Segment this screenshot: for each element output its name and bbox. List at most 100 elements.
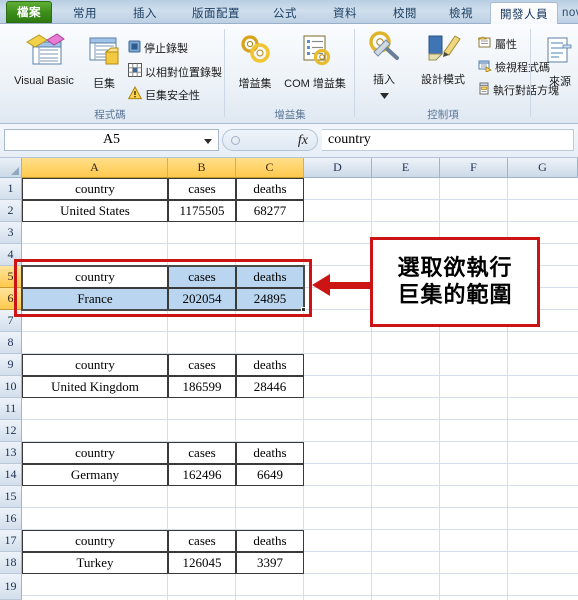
row-header-19[interactable]: 19 xyxy=(0,574,22,600)
row-header-9[interactable]: 9 xyxy=(0,354,22,376)
row-header-12[interactable]: 12 xyxy=(0,420,22,442)
cell-a10[interactable]: United Kingdom xyxy=(22,376,168,398)
macro-security-button[interactable]: 巨集安全性 xyxy=(127,85,200,103)
row-header-13[interactable]: 13 xyxy=(0,442,22,464)
gridline-h-11 xyxy=(22,419,578,420)
tab-insert[interactable]: 插入 xyxy=(122,2,168,24)
cell-a2[interactable]: United States xyxy=(22,200,168,222)
insert-control-button[interactable]: 插入 xyxy=(362,30,406,104)
cell-a17[interactable]: country xyxy=(22,530,168,552)
cell-a1[interactable]: country xyxy=(22,178,168,200)
cell-b5[interactable]: cases xyxy=(168,266,236,288)
properties-button[interactable]: 屬性 xyxy=(477,36,517,52)
col-header-b[interactable]: B xyxy=(168,158,236,178)
xml-source-icon xyxy=(545,36,575,71)
cell-a5[interactable]: country xyxy=(22,266,168,288)
tab-formulas[interactable]: 公式 xyxy=(262,2,308,24)
chevron-down-icon[interactable] xyxy=(379,86,389,104)
tab-view[interactable]: 檢視 xyxy=(438,2,484,24)
cell-a13[interactable]: country xyxy=(22,442,168,464)
cell-a6[interactable]: France xyxy=(22,288,168,310)
tab-developer[interactable]: 開發人員 xyxy=(490,2,558,24)
cell-c1[interactable]: deaths xyxy=(236,178,304,200)
select-all-corner[interactable] xyxy=(0,158,22,178)
cell-b9[interactable]: cases xyxy=(168,354,236,376)
insert-function-icon[interactable]: fx xyxy=(298,133,308,149)
col-header-a[interactable]: A xyxy=(22,158,168,178)
formula-bar: A5 fx country xyxy=(0,124,578,158)
row-header-2[interactable]: 2 xyxy=(0,200,22,222)
formula-input[interactable]: country xyxy=(322,129,574,151)
row-header-16[interactable]: 16 xyxy=(0,508,22,530)
cell-b1[interactable]: cases xyxy=(168,178,236,200)
col-header-d[interactable]: D xyxy=(304,158,372,178)
com-addins-button[interactable]: COM 增益集 xyxy=(280,32,350,91)
cell-b17[interactable]: cases xyxy=(168,530,236,552)
design-mode-button[interactable]: 設計模式 xyxy=(410,30,476,87)
row-header-7[interactable]: 7 xyxy=(0,310,22,332)
cell-b10[interactable]: 186599 xyxy=(168,376,236,398)
name-box[interactable]: A5 xyxy=(4,129,219,151)
macro-label: 巨集 xyxy=(93,78,115,90)
tab-page-layout[interactable]: 版面配置 xyxy=(182,2,250,24)
row-header-1[interactable]: 1 xyxy=(0,178,22,200)
row-header-17[interactable]: 17 xyxy=(0,530,22,552)
col-header-c[interactable]: C xyxy=(236,158,304,178)
row-header-15[interactable]: 15 xyxy=(0,486,22,508)
callout-line-1: 選取欲執行 xyxy=(397,255,513,281)
macro-button[interactable]: 巨集 xyxy=(84,32,124,91)
cell-c5[interactable]: deaths xyxy=(236,266,304,288)
cell-c2[interactable]: 68277 xyxy=(236,200,304,222)
tab-novapdf[interactable]: novaPDF xyxy=(562,2,578,24)
design-mode-icon xyxy=(424,30,462,69)
cell-c14[interactable]: 6649 xyxy=(236,464,304,486)
tab-review[interactable]: 校閱 xyxy=(382,2,428,24)
fill-handle[interactable] xyxy=(301,307,306,312)
col-header-f[interactable]: F xyxy=(440,158,508,178)
row-header-4[interactable]: 4 xyxy=(0,244,22,266)
cell-a9[interactable]: country xyxy=(22,354,168,376)
tab-data[interactable]: 資料 xyxy=(322,2,368,24)
cancel-icon[interactable] xyxy=(231,136,240,145)
name-box-dropdown-icon[interactable] xyxy=(204,139,212,144)
insert-control-icon xyxy=(366,30,402,69)
row-header-6[interactable]: 6 xyxy=(0,288,22,310)
xml-source-button[interactable]: 來源 xyxy=(538,36,578,89)
row-header-18[interactable]: 18 xyxy=(0,552,22,574)
cell-c9[interactable]: deaths xyxy=(236,354,304,376)
col-header-g[interactable]: G xyxy=(508,158,578,178)
cell-c18[interactable]: 3397 xyxy=(236,552,304,574)
row-header-3[interactable]: 3 xyxy=(0,222,22,244)
cell-a14[interactable]: Germany xyxy=(22,464,168,486)
cell-c17[interactable]: deaths xyxy=(236,530,304,552)
view-code-icon xyxy=(478,59,492,75)
gridline-h-19 xyxy=(22,595,578,596)
tab-file[interactable]: 檔案 xyxy=(6,1,52,23)
gridline-h-7 xyxy=(22,331,578,332)
tab-home[interactable]: 常用 xyxy=(62,2,108,24)
col-header-e[interactable]: E xyxy=(372,158,440,178)
row-header-5[interactable]: 5 xyxy=(0,266,22,288)
cell-b2[interactable]: 1175505 xyxy=(168,200,236,222)
row-header-11[interactable]: 11 xyxy=(0,398,22,420)
design-mode-label: 設計模式 xyxy=(421,74,465,86)
row-header-8[interactable]: 8 xyxy=(0,332,22,354)
cell-b6[interactable]: 202054 xyxy=(168,288,236,310)
cell-a18[interactable]: Turkey xyxy=(22,552,168,574)
addins-button[interactable]: 增益集 xyxy=(232,32,278,91)
cell-c6[interactable]: 24895 xyxy=(236,288,304,310)
row-header-10[interactable]: 10 xyxy=(0,376,22,398)
visual-basic-icon xyxy=(23,32,65,73)
cell-b13[interactable]: cases xyxy=(168,442,236,464)
addins-icon xyxy=(237,32,273,73)
ribbon-group-controls-label: 控制項 xyxy=(427,109,459,121)
row-header-14[interactable]: 14 xyxy=(0,464,22,486)
annotation-arrow-head xyxy=(312,274,330,296)
relative-reference-button[interactable]: 以相對位置錄製 xyxy=(128,63,222,80)
cell-b14[interactable]: 162496 xyxy=(168,464,236,486)
visual-basic-button[interactable]: Visual Basic xyxy=(8,32,80,87)
stop-recording-button[interactable]: 停止錄製 xyxy=(128,40,188,56)
cell-c10[interactable]: 28446 xyxy=(236,376,304,398)
cell-b18[interactable]: 126045 xyxy=(168,552,236,574)
cell-c13[interactable]: deaths xyxy=(236,442,304,464)
